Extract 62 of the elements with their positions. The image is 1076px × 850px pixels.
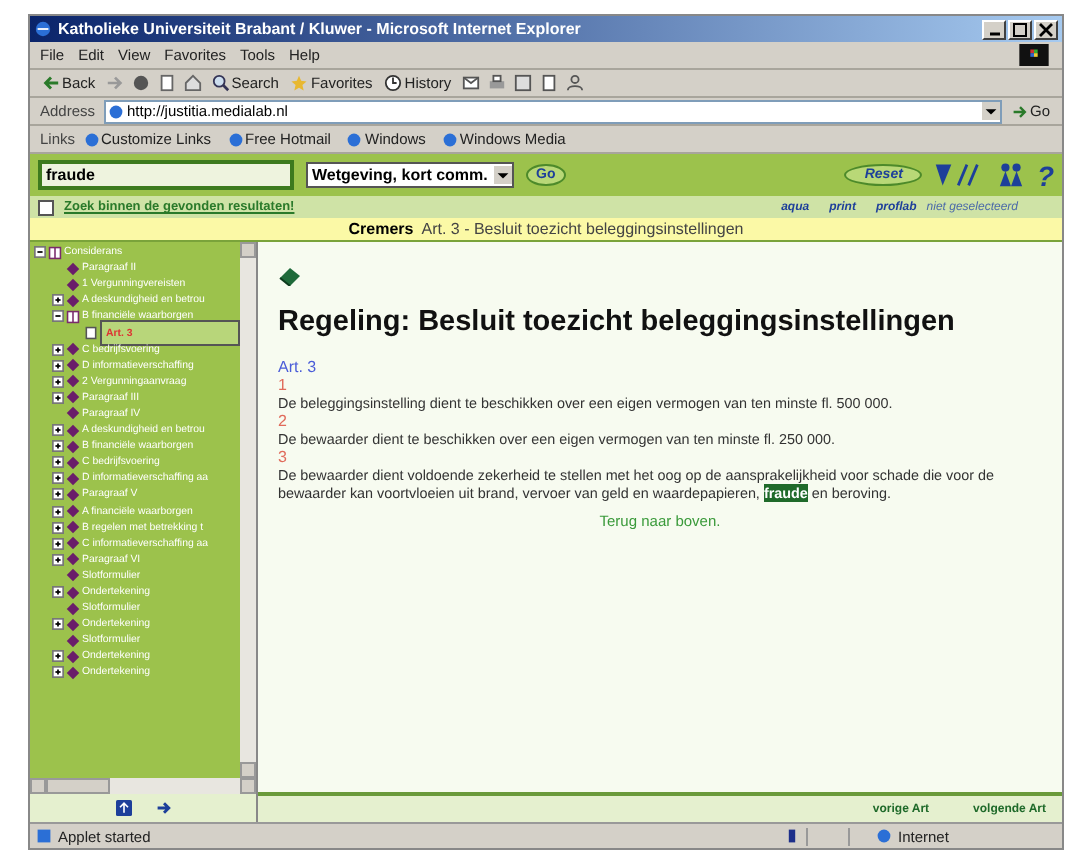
expand-icon[interactable] [52,650,64,663]
expand-icon[interactable] [52,359,64,372]
minimize-button[interactable] [982,19,1006,39]
expand-icon[interactable] [52,440,64,453]
expand-icon[interactable] [52,521,64,534]
expand-icon[interactable] [52,666,64,679]
print-icon[interactable] [487,74,506,92]
up-icon[interactable] [115,800,131,816]
book-icon [48,245,62,260]
search-field[interactable]: fraude [38,160,294,190]
globe-icon [876,828,892,844]
paragraph-number: 3 [278,448,289,466]
expand-icon[interactable] [52,294,64,307]
expand-icon[interactable] [52,456,64,469]
minimize-icon [989,32,999,36]
maximize-button[interactable] [1008,19,1032,39]
expand-icon[interactable] [52,472,64,485]
collapse-icon[interactable] [52,310,64,323]
article-number: Art. 3 [278,358,319,376]
people-icon[interactable] [998,162,1025,188]
maximize-icon [1012,21,1028,37]
expand-icon[interactable] [52,343,64,356]
checkbox[interactable] [38,199,54,215]
mail-icon[interactable] [461,74,480,92]
article-title: Art. 3 - Besluit toezicht beleggingsinstellingen [421,220,744,238]
expand-icon[interactable] [52,488,64,501]
person-icon[interactable] [565,74,584,92]
expand-icon[interactable] [52,553,64,566]
stop-icon[interactable] [131,74,150,92]
progress-icon [784,828,800,844]
expand-icon[interactable] [52,618,64,631]
dropdown-icon[interactable] [981,102,1000,120]
globe-icon [34,20,52,38]
expand-icon[interactable] [52,375,64,388]
close-icon [1038,21,1054,37]
regulation-heading: Regeling: Besluit toezicht beleggingsinstellingen [278,306,957,338]
windows-logo-icon [1016,44,1052,66]
search-icon [211,74,230,92]
scrollbar[interactable] [240,242,256,778]
dropdown-icon[interactable] [494,166,512,184]
paragraph-number: 1 [278,376,289,394]
paragraph-number: 2 [278,412,289,430]
home-icon[interactable] [183,74,202,92]
book-icon [278,266,302,286]
expand-icon[interactable] [52,537,64,550]
clock-icon [384,74,403,92]
author-name: Cremers [348,220,414,238]
arrow-left-icon [42,74,60,92]
expand-icon[interactable] [52,424,64,437]
arrow-right-icon [1011,103,1028,119]
horizontal-scrollbar[interactable] [30,778,256,794]
close-button[interactable] [1034,19,1058,39]
window-title: Katholieke Universiteit Brabant / Kluwer - Microsoft Internet Explorer [58,20,581,38]
expand-icon[interactable] [52,586,64,599]
arrow-right-icon[interactable] [155,800,171,816]
help-glyph[interactable]: ? [1036,161,1054,189]
expand-icon[interactable] [52,391,64,404]
collapse-icon[interactable] [34,246,46,259]
expand-icon[interactable] [52,505,64,518]
applet-icon [36,828,52,844]
star-icon [290,74,309,92]
book-icon [66,309,80,324]
